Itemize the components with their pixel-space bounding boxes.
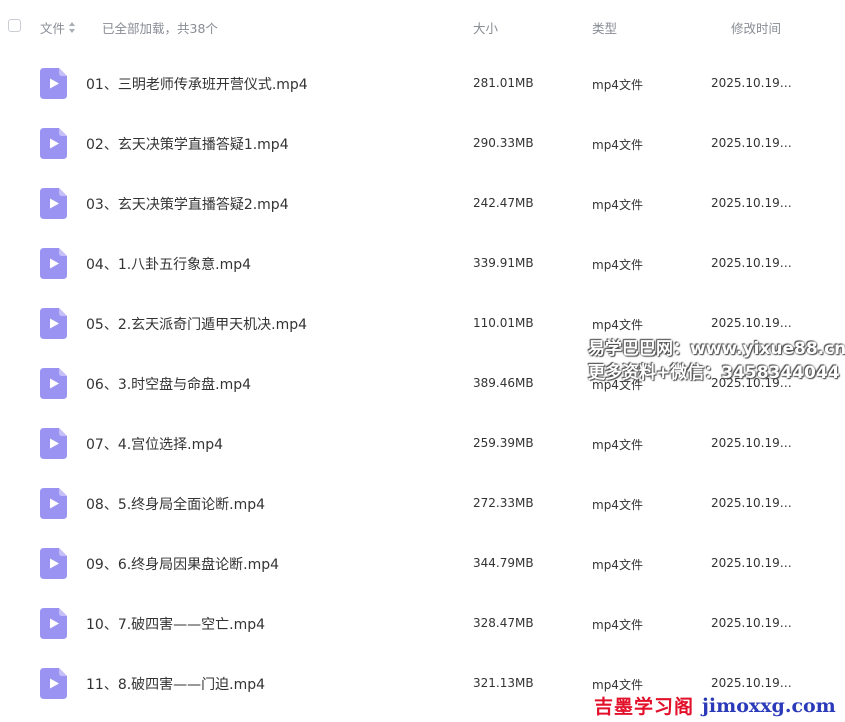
file-size: 110.01MB bbox=[473, 316, 534, 330]
file-type: mp4文件 bbox=[592, 558, 643, 572]
file-type: mp4文件 bbox=[592, 138, 643, 152]
file-type: mp4文件 bbox=[592, 318, 643, 332]
video-file-icon bbox=[40, 188, 67, 219]
file-row[interactable]: 02、玄天决策学直播答疑1.mp4 290.33MB mp4文件 2025.10… bbox=[0, 114, 845, 174]
file-modified-time: 2025.10.19 2... bbox=[711, 196, 795, 210]
sort-icon[interactable] bbox=[69, 22, 76, 33]
file-name[interactable]: 08、5.终身局全面论断.mp4 bbox=[86, 494, 265, 514]
file-type: mp4文件 bbox=[592, 438, 643, 452]
file-modified-time: 2025.10.19 2... bbox=[711, 616, 795, 630]
file-name[interactable]: 01、三明老师传承班开营仪式.mp4 bbox=[86, 74, 308, 94]
file-type: mp4文件 bbox=[592, 618, 643, 632]
video-file-icon bbox=[40, 368, 67, 399]
list-header: 文件 已全部加载，共38个 大小 类型 修改时间 bbox=[0, 0, 845, 54]
file-name[interactable]: 02、玄天决策学直播答疑1.mp4 bbox=[86, 134, 289, 154]
file-size: 344.79MB bbox=[473, 556, 534, 570]
file-size: 321.13MB bbox=[473, 676, 534, 690]
video-file-icon bbox=[40, 548, 67, 579]
file-name[interactable]: 07、4.宫位选择.mp4 bbox=[86, 434, 223, 454]
watermark-line-2: 更多资料+微信：3458344044 bbox=[588, 363, 840, 383]
file-modified-time: 2025.10.19 2... bbox=[711, 256, 795, 270]
name-column-header[interactable]: 文件 bbox=[40, 18, 76, 37]
file-row[interactable]: 09、6.终身局因果盘论断.mp4 344.79MB mp4文件 2025.10… bbox=[0, 534, 845, 594]
file-size: 272.33MB bbox=[473, 496, 534, 510]
video-file-icon bbox=[40, 308, 67, 339]
name-column-label: 文件 bbox=[40, 21, 66, 36]
file-name[interactable]: 10、7.破四害——空亡.mp4 bbox=[86, 614, 265, 634]
file-type: mp4文件 bbox=[592, 78, 643, 92]
file-name[interactable]: 05、2.玄天派奇门遁甲天机决.mp4 bbox=[86, 314, 307, 334]
file-type: mp4文件 bbox=[592, 498, 643, 512]
watermark-line-1: 易学巴巴网：www.yixue88.cn bbox=[588, 339, 845, 359]
file-size: 339.91MB bbox=[473, 256, 534, 270]
file-row[interactable]: 03、玄天决策学直播答疑2.mp4 242.47MB mp4文件 2025.10… bbox=[0, 174, 845, 234]
file-size: 281.01MB bbox=[473, 76, 534, 90]
file-modified-time: 2025.10.19 2... bbox=[711, 556, 795, 570]
file-name[interactable]: 11、8.破四害——门迫.mp4 bbox=[86, 674, 265, 694]
logo-en-text: jimoxxg.com bbox=[702, 694, 836, 717]
file-row[interactable]: 07、4.宫位选择.mp4 259.39MB mp4文件 2025.10.19 … bbox=[0, 414, 845, 474]
video-file-icon bbox=[40, 68, 67, 99]
loaded-count-text: 已全部加载，共38个 bbox=[102, 21, 218, 36]
file-row[interactable]: 04、1.八卦五行象意.mp4 339.91MB mp4文件 2025.10.1… bbox=[0, 234, 845, 294]
file-row[interactable]: 01、三明老师传承班开营仪式.mp4 281.01MB mp4文件 2025.1… bbox=[0, 54, 845, 114]
file-row[interactable]: 10、7.破四害——空亡.mp4 328.47MB mp4文件 2025.10.… bbox=[0, 594, 845, 654]
file-type: mp4文件 bbox=[592, 258, 643, 272]
file-name[interactable]: 03、玄天决策学直播答疑2.mp4 bbox=[86, 194, 289, 214]
video-file-icon bbox=[40, 608, 67, 639]
file-modified-time: 2025.10.19 2... bbox=[711, 676, 795, 690]
file-type: mp4文件 bbox=[592, 678, 643, 692]
file-list-page: 文件 已全部加载，共38个 大小 类型 修改时间 01、三明老师传承班开营仪式.… bbox=[0, 0, 845, 722]
video-file-icon bbox=[40, 248, 67, 279]
video-file-icon bbox=[40, 668, 67, 699]
video-file-icon bbox=[40, 428, 67, 459]
file-type: mp4文件 bbox=[592, 198, 643, 212]
file-modified-time: 2025.10.19 2... bbox=[711, 316, 795, 330]
file-modified-time: 2025.10.19 2... bbox=[711, 496, 795, 510]
file-size: 389.46MB bbox=[473, 376, 534, 390]
time-column-header[interactable]: 修改时间 bbox=[731, 18, 781, 37]
watermark-text: 易学巴巴网：www.yixue88.cn 更多资料+微信：3458344044 bbox=[588, 337, 845, 385]
file-modified-time: 2025.10.19 2... bbox=[711, 436, 795, 450]
file-name[interactable]: 04、1.八卦五行象意.mp4 bbox=[86, 254, 251, 274]
file-row[interactable]: 08、5.终身局全面论断.mp4 272.33MB mp4文件 2025.10.… bbox=[0, 474, 845, 534]
file-size: 290.33MB bbox=[473, 136, 534, 150]
file-size: 328.47MB bbox=[473, 616, 534, 630]
video-file-icon bbox=[40, 488, 67, 519]
file-size: 259.39MB bbox=[473, 436, 534, 450]
type-column-header[interactable]: 类型 bbox=[592, 18, 617, 37]
logo-cn-text: 吉墨学习阁 bbox=[594, 696, 695, 718]
size-column-header[interactable]: 大小 bbox=[473, 18, 498, 37]
select-all-checkbox[interactable] bbox=[8, 19, 21, 32]
file-modified-time: 2025.10.19 2... bbox=[711, 136, 795, 150]
site-logo: 吉墨学习阁 jimoxxg.com bbox=[594, 692, 836, 719]
file-name[interactable]: 09、6.终身局因果盘论断.mp4 bbox=[86, 554, 279, 574]
video-file-icon bbox=[40, 128, 67, 159]
file-name[interactable]: 06、3.时空盘与命盘.mp4 bbox=[86, 374, 251, 394]
file-modified-time: 2025.10.19 2... bbox=[711, 76, 795, 90]
file-size: 242.47MB bbox=[473, 196, 534, 210]
